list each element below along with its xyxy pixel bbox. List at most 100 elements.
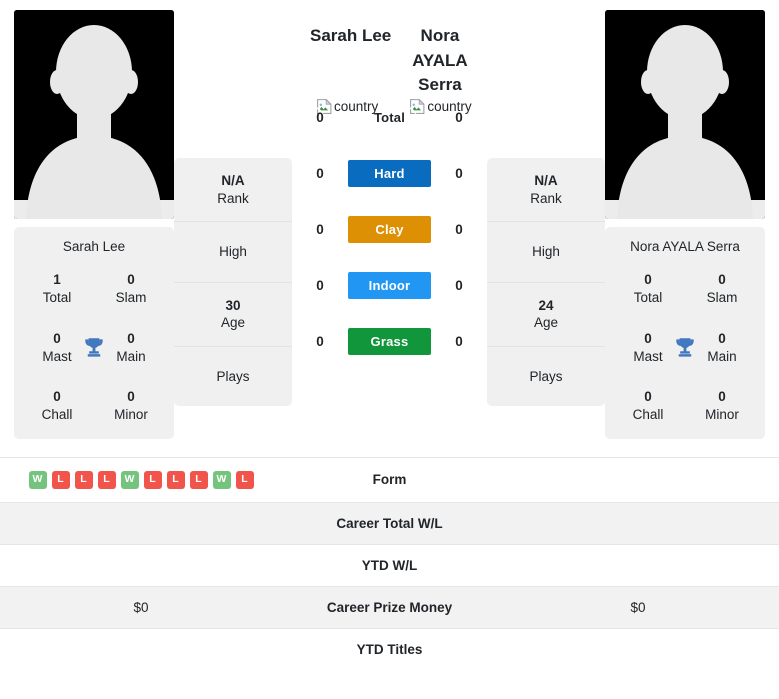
left-card-player-name: Sarah Lee [62, 239, 126, 254]
left-player-column: Sarah Lee 1 Total 0 Slam 0 Mast 0 Main 0… [14, 10, 174, 439]
left-titles-slam: 0 Slam [94, 271, 168, 307]
left-titles-slam-value: 0 [127, 272, 135, 288]
left-titles-total-value: 1 [53, 272, 61, 288]
surface-comparison-column: Sarah Lee Nora AYALA Serra country count… [292, 10, 487, 370]
left-titles-total-label: Total [42, 290, 72, 306]
form-badge-loss: L [74, 470, 93, 489]
surface-row-total: 0 Total 0 [292, 90, 487, 146]
left-age-value: 30 [225, 297, 241, 313]
left-titles-minor: 0 Minor [94, 388, 168, 424]
right-ytd-titles-cell [497, 628, 779, 670]
left-rank-value: N/A [221, 173, 245, 188]
right-rank-value: N/A [534, 173, 558, 188]
player-names-row: Sarah Lee Nora AYALA Serra [292, 10, 487, 98]
right-plays-label: Plays [529, 368, 563, 384]
right-clay-value: 0 [455, 222, 463, 238]
left-titles-grid-bottom: 0 Chall 0 Minor [20, 388, 168, 424]
right-titles-slam-label: Slam [706, 290, 738, 306]
right-total-value: 0 [455, 110, 463, 126]
left-age-item: 30 Age [174, 282, 292, 347]
left-rank-item: N/A Rank [174, 158, 292, 223]
right-titles-slam: 0 Slam [685, 271, 759, 307]
stat-label-ytd-w-l: YTD W/L [361, 557, 418, 573]
surface-row-indoor: 0 Indoor 0 [292, 258, 487, 314]
left-titles-grid-middle: 0 Mast 0 Main [20, 330, 168, 366]
right-titles-chall: 0 Chall [611, 388, 685, 424]
right-plays-item: Plays [487, 346, 605, 407]
form-badge-loss: L [189, 470, 208, 489]
trophy-icon [81, 335, 107, 361]
left-titles-chall-label: Chall [41, 407, 73, 423]
left-high-label: High [219, 244, 247, 260]
left-plays-label: Plays [216, 368, 250, 384]
left-age-label: Age [220, 315, 246, 331]
trophy-icon [672, 335, 698, 361]
right-titles-grid-middle: 0 Mast 0 Main [611, 330, 759, 366]
surface-row-clay: 0 Clay 0 [292, 202, 487, 258]
left-career-prize-money-cell: $0 [0, 586, 282, 628]
left-player-titles-card: Sarah Lee 1 Total 0 Slam 0 Mast 0 Main 0… [14, 227, 174, 439]
left-titles-total: 1 Total [20, 271, 94, 307]
career-stats-table: W L L L W L L L W L Form Career Total W/L YTD W/L $0 C… [0, 457, 779, 670]
left-career-total-w-l-cell [0, 502, 282, 544]
left-player-name: Sarah Lee [310, 26, 392, 45]
left-grass-value: 0 [316, 334, 324, 350]
table-row: $0 Career Prize Money $0 [0, 586, 779, 628]
right-age-item: 24 Age [487, 282, 605, 347]
table-row: W L L L W L L L W L Form [0, 457, 779, 502]
left-player-avatar [14, 10, 174, 219]
form-badge-loss: L [51, 470, 70, 489]
left-high-item: High [174, 222, 292, 283]
table-row: Career Total W/L [0, 502, 779, 544]
left-form-badges: WLLLWLLLWL [8, 470, 274, 489]
left-total-value: 0 [316, 110, 324, 126]
stat-label-career-total-w-l: Career Total W/L [282, 502, 497, 544]
left-titles-minor-value: 0 [127, 389, 135, 405]
right-titles-total-label: Total [633, 290, 663, 306]
right-player-name: Nora AYALA Serra [412, 26, 468, 95]
stat-label-form: Form [372, 472, 407, 487]
left-ytd-w-l-cell [0, 544, 282, 586]
left-ytd-titles-cell [0, 628, 282, 670]
left-player-info-column: N/A Rank High 30 Age Plays [174, 158, 292, 407]
right-player-column: Nora AYALA Serra 0 Total 0 Slam 0 Mast 0… [605, 10, 765, 439]
surface-badge-indoor: Indoor [347, 272, 431, 300]
right-age-value: 24 [538, 297, 554, 313]
form-badge-loss: L [97, 470, 116, 489]
right-high-label: High [532, 244, 560, 260]
right-high-item: High [487, 222, 605, 283]
right-career-total-w-l-cell [497, 502, 779, 544]
surface-row-hard: 0 Hard 0 [292, 146, 487, 202]
right-ytd-w-l-cell [497, 544, 779, 586]
right-titles-chall-value: 0 [644, 389, 652, 405]
right-titles-total-value: 0 [644, 272, 652, 288]
right-age-label: Age [533, 315, 559, 331]
right-titles-grid: 0 Total 0 Slam [611, 271, 759, 307]
left-info-list: N/A Rank High 30 Age Plays [174, 158, 292, 407]
left-plays-item: Plays [174, 346, 292, 407]
left-hard-value: 0 [316, 166, 324, 182]
left-titles-grid: 1 Total 0 Slam [20, 271, 168, 307]
right-player-titles-card: Nora AYALA Serra 0 Total 0 Slam 0 Mast 0… [605, 227, 765, 439]
right-grass-value: 0 [455, 334, 463, 350]
form-badge-win: W [120, 470, 139, 489]
stat-label-career-prize-money: Career Prize Money [282, 586, 497, 628]
left-titles-minor-label: Minor [114, 407, 148, 423]
right-card-player-name: Nora AYALA Serra [630, 239, 740, 254]
left-clay-value: 0 [316, 222, 324, 238]
right-info-list: N/A Rank High 24 Age Plays [487, 158, 605, 407]
left-titles-slam-label: Slam [115, 290, 147, 306]
right-titles-slam-value: 0 [718, 272, 726, 288]
form-badge-loss: L [166, 470, 185, 489]
left-titles-chall-value: 0 [53, 389, 61, 405]
right-form-cell [497, 457, 779, 502]
right-rank-label: Rank [530, 190, 562, 206]
right-player-info-column: N/A Rank High 24 Age Plays [487, 158, 605, 407]
right-player-avatar [605, 10, 765, 219]
right-titles-minor: 0 Minor [685, 388, 759, 424]
right-titles-minor-label: Minor [705, 407, 739, 423]
right-rank-item: N/A Rank [487, 158, 605, 223]
player-comparison-header: Sarah Lee 1 Total 0 Slam 0 Mast 0 Main 0… [0, 0, 779, 439]
right-titles-chall-label: Chall [632, 407, 664, 423]
right-titles-minor-value: 0 [718, 389, 726, 405]
